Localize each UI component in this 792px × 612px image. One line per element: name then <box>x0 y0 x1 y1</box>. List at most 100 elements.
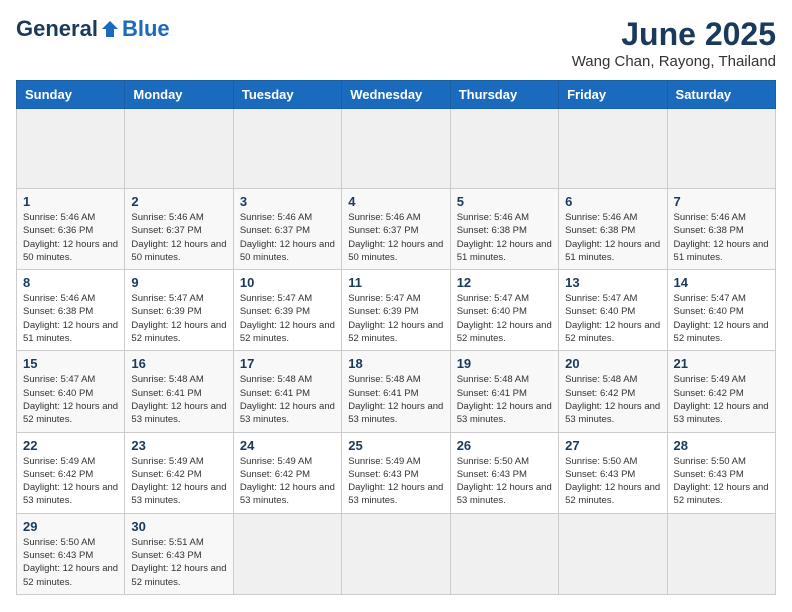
calendar-cell: 7 Sunrise: 5:46 AMSunset: 6:38 PMDaylight… <box>667 189 775 270</box>
day-number: 8 <box>23 275 118 290</box>
day-number: 4 <box>348 194 443 209</box>
calendar-cell: 10 Sunrise: 5:47 AMSunset: 6:39 PMDayligh… <box>233 270 341 351</box>
day-number: 18 <box>348 356 443 371</box>
calendar-weekday-header: Wednesday <box>342 81 450 109</box>
day-info: Sunrise: 5:48 AMSunset: 6:41 PMDaylight:… <box>457 373 552 426</box>
day-number: 7 <box>674 194 769 209</box>
logo-icon <box>100 19 120 39</box>
calendar-cell <box>559 109 667 189</box>
calendar-cell: 1Sunrise: 5:46 AMSunset: 6:36 PMDaylight… <box>17 189 125 270</box>
day-number: 22 <box>23 438 118 453</box>
day-number: 17 <box>240 356 335 371</box>
calendar-table: SundayMondayTuesdayWednesdayThursdayFrid… <box>16 80 776 595</box>
day-info: Sunrise: 5:47 AMSunset: 6:40 PMDaylight:… <box>23 373 118 426</box>
calendar-cell <box>125 109 233 189</box>
day-number: 19 <box>457 356 552 371</box>
calendar-cell: 8 Sunrise: 5:46 AMSunset: 6:38 PMDaylight… <box>17 270 125 351</box>
calendar-cell: 27 Sunrise: 5:50 AMSunset: 6:43 PMDayligh… <box>559 432 667 513</box>
calendar-cell: 20 Sunrise: 5:48 AMSunset: 6:42 PMDayligh… <box>559 351 667 432</box>
day-info: Sunrise: 5:49 AMSunset: 6:42 PMDaylight:… <box>23 455 118 508</box>
day-number: 24 <box>240 438 335 453</box>
day-number: 5 <box>457 194 552 209</box>
day-number: 2 <box>131 194 226 209</box>
calendar-cell: 24 Sunrise: 5:49 AMSunset: 6:42 PMDayligh… <box>233 432 341 513</box>
day-number: 12 <box>457 275 552 290</box>
calendar-cell <box>342 109 450 189</box>
day-info: Sunrise: 5:49 AMSunset: 6:42 PMDaylight:… <box>240 455 335 508</box>
calendar-cell: 18 Sunrise: 5:48 AMSunset: 6:41 PMDayligh… <box>342 351 450 432</box>
day-number: 27 <box>565 438 660 453</box>
day-info: Sunrise: 5:48 AMSunset: 6:41 PMDaylight:… <box>131 373 226 426</box>
day-number: 10 <box>240 275 335 290</box>
calendar-cell: 4 Sunrise: 5:46 AMSunset: 6:37 PMDaylight… <box>342 189 450 270</box>
calendar-header-row: SundayMondayTuesdayWednesdayThursdayFrid… <box>17 81 776 109</box>
calendar-weekday-header: Saturday <box>667 81 775 109</box>
day-info: Sunrise: 5:49 AMSunset: 6:42 PMDaylight:… <box>674 373 769 426</box>
day-info: Sunrise: 5:46 AMSunset: 6:37 PMDaylight:… <box>348 211 443 264</box>
calendar-cell: 30Sunrise: 5:51 AMSunset: 6:43 PMDayligh… <box>125 513 233 594</box>
day-info: Sunrise: 5:47 AMSunset: 6:40 PMDaylight:… <box>674 292 769 345</box>
day-info: Sunrise: 5:47 AMSunset: 6:39 PMDaylight:… <box>131 292 226 345</box>
day-number: 15 <box>23 356 118 371</box>
day-info: Sunrise: 5:46 AMSunset: 6:38 PMDaylight:… <box>674 211 769 264</box>
day-number: 3 <box>240 194 335 209</box>
calendar-cell <box>667 513 775 594</box>
calendar-cell: 14 Sunrise: 5:47 AMSunset: 6:40 PMDayligh… <box>667 270 775 351</box>
day-info: Sunrise: 5:48 AMSunset: 6:42 PMDaylight:… <box>565 373 660 426</box>
day-number: 20 <box>565 356 660 371</box>
day-info: Sunrise: 5:47 AMSunset: 6:39 PMDaylight:… <box>240 292 335 345</box>
calendar-cell <box>559 513 667 594</box>
calendar-cell: 15 Sunrise: 5:47 AMSunset: 6:40 PMDayligh… <box>17 351 125 432</box>
calendar-cell: 13 Sunrise: 5:47 AMSunset: 6:40 PMDayligh… <box>559 270 667 351</box>
calendar-cell <box>233 513 341 594</box>
calendar-cell <box>450 513 558 594</box>
calendar-cell: 6Sunrise: 5:46 AMSunset: 6:38 PMDaylight… <box>559 189 667 270</box>
day-number: 13 <box>565 275 660 290</box>
day-info: Sunrise: 5:46 AMSunset: 6:38 PMDaylight:… <box>23 292 118 345</box>
calendar-cell <box>17 109 125 189</box>
calendar-cell: 21 Sunrise: 5:49 AMSunset: 6:42 PMDayligh… <box>667 351 775 432</box>
day-number: 16 <box>131 356 226 371</box>
day-info: Sunrise: 5:50 AMSunset: 6:43 PMDaylight:… <box>674 455 769 508</box>
title-block: June 2025 Wang Chan, Rayong, Thailand <box>572 16 776 70</box>
day-number: 14 <box>674 275 769 290</box>
calendar-cell <box>450 109 558 189</box>
calendar-cell: 23Sunrise: 5:49 AMSunset: 6:42 PMDayligh… <box>125 432 233 513</box>
logo-blue: Blue <box>122 16 170 42</box>
day-number: 26 <box>457 438 552 453</box>
calendar-weekday-header: Tuesday <box>233 81 341 109</box>
calendar-weekday-header: Monday <box>125 81 233 109</box>
calendar-cell: 11Sunrise: 5:47 AMSunset: 6:39 PMDayligh… <box>342 270 450 351</box>
day-info: Sunrise: 5:46 AMSunset: 6:38 PMDaylight:… <box>457 211 552 264</box>
calendar-cell: 3Sunrise: 5:46 AMSunset: 6:37 PMDaylight… <box>233 189 341 270</box>
calendar-cell: 26 Sunrise: 5:50 AMSunset: 6:43 PMDayligh… <box>450 432 558 513</box>
location: Wang Chan, Rayong, Thailand <box>572 53 776 70</box>
day-info: Sunrise: 5:48 AMSunset: 6:41 PMDaylight:… <box>348 373 443 426</box>
day-number: 11 <box>348 275 443 290</box>
day-number: 1 <box>23 194 118 209</box>
calendar-cell <box>233 109 341 189</box>
calendar-cell <box>667 109 775 189</box>
calendar-cell: 16 Sunrise: 5:48 AMSunset: 6:41 PMDayligh… <box>125 351 233 432</box>
logo: General Blue <box>16 16 170 42</box>
day-number: 30 <box>131 519 226 534</box>
calendar-cell: 25Sunrise: 5:49 AMSunset: 6:43 PMDayligh… <box>342 432 450 513</box>
day-number: 23 <box>131 438 226 453</box>
calendar-cell: 29Sunrise: 5:50 AMSunset: 6:43 PMDayligh… <box>17 513 125 594</box>
day-number: 29 <box>23 519 118 534</box>
calendar-cell: 5 Sunrise: 5:46 AMSunset: 6:38 PMDaylight… <box>450 189 558 270</box>
day-info: Sunrise: 5:50 AMSunset: 6:43 PMDaylight:… <box>457 455 552 508</box>
calendar-cell: 2 Sunrise: 5:46 AMSunset: 6:37 PMDaylight… <box>125 189 233 270</box>
day-info: Sunrise: 5:46 AMSunset: 6:37 PMDaylight:… <box>131 211 226 264</box>
calendar-cell: 12Sunrise: 5:47 AMSunset: 6:40 PMDayligh… <box>450 270 558 351</box>
day-info: Sunrise: 5:50 AMSunset: 6:43 PMDaylight:… <box>565 455 660 508</box>
day-info: Sunrise: 5:48 AMSunset: 6:41 PMDaylight:… <box>240 373 335 426</box>
calendar-weekday-header: Thursday <box>450 81 558 109</box>
day-number: 9 <box>131 275 226 290</box>
calendar-cell: 19 Sunrise: 5:48 AMSunset: 6:41 PMDayligh… <box>450 351 558 432</box>
day-info: Sunrise: 5:47 AMSunset: 6:40 PMDaylight:… <box>565 292 660 345</box>
calendar-cell: 17 Sunrise: 5:48 AMSunset: 6:41 PMDayligh… <box>233 351 341 432</box>
day-number: 21 <box>674 356 769 371</box>
calendar-cell: 28Sunrise: 5:50 AMSunset: 6:43 PMDayligh… <box>667 432 775 513</box>
calendar-cell: 22 Sunrise: 5:49 AMSunset: 6:42 PMDayligh… <box>17 432 125 513</box>
